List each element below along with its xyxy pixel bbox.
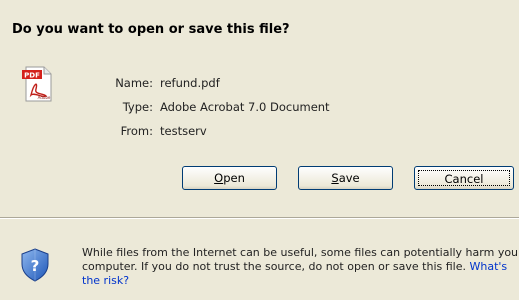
save-mnemonic: S (331, 171, 339, 185)
file-name-label: Name: (115, 76, 153, 90)
file-type-label: Type: (122, 100, 153, 114)
pdf-brand-text: Adobe (38, 95, 51, 100)
dialog-question: Do you want to open or save this file? (12, 22, 290, 37)
file-info: Name: refund.pdf Type: Adobe Acrobat 7.0… (100, 72, 330, 144)
save-label-rest: ave (338, 171, 360, 185)
open-label-rest: pen (223, 171, 245, 185)
save-button[interactable]: Save (298, 166, 393, 190)
file-name-row: Name: refund.pdf (100, 72, 330, 96)
file-download-dialog: Do you want to open or save this file? P… (0, 0, 519, 300)
cancel-button[interactable]: Cancel (414, 166, 514, 190)
open-mnemonic: O (214, 171, 224, 185)
open-button[interactable]: Open (182, 166, 277, 190)
file-from-label: From: (120, 124, 153, 138)
svg-text:?: ? (31, 257, 40, 275)
file-type-value: Adobe Acrobat 7.0 Document (160, 100, 330, 114)
file-name-value: refund.pdf (160, 76, 220, 90)
file-type-row: Type: Adobe Acrobat 7.0 Document (100, 96, 330, 120)
shield-question-icon: ? (21, 248, 49, 282)
pdf-badge-text: PDF (24, 72, 40, 80)
security-warning: While files from the Internet can be use… (82, 246, 519, 288)
file-from-row: From: testserv (100, 120, 330, 144)
warning-text: While files from the Internet can be use… (82, 246, 519, 273)
separator-highlight (0, 218, 519, 219)
cancel-label: Cancel (418, 170, 510, 186)
file-from-value: testserv (160, 124, 207, 138)
pdf-file-icon: PDF Adobe (22, 66, 52, 102)
